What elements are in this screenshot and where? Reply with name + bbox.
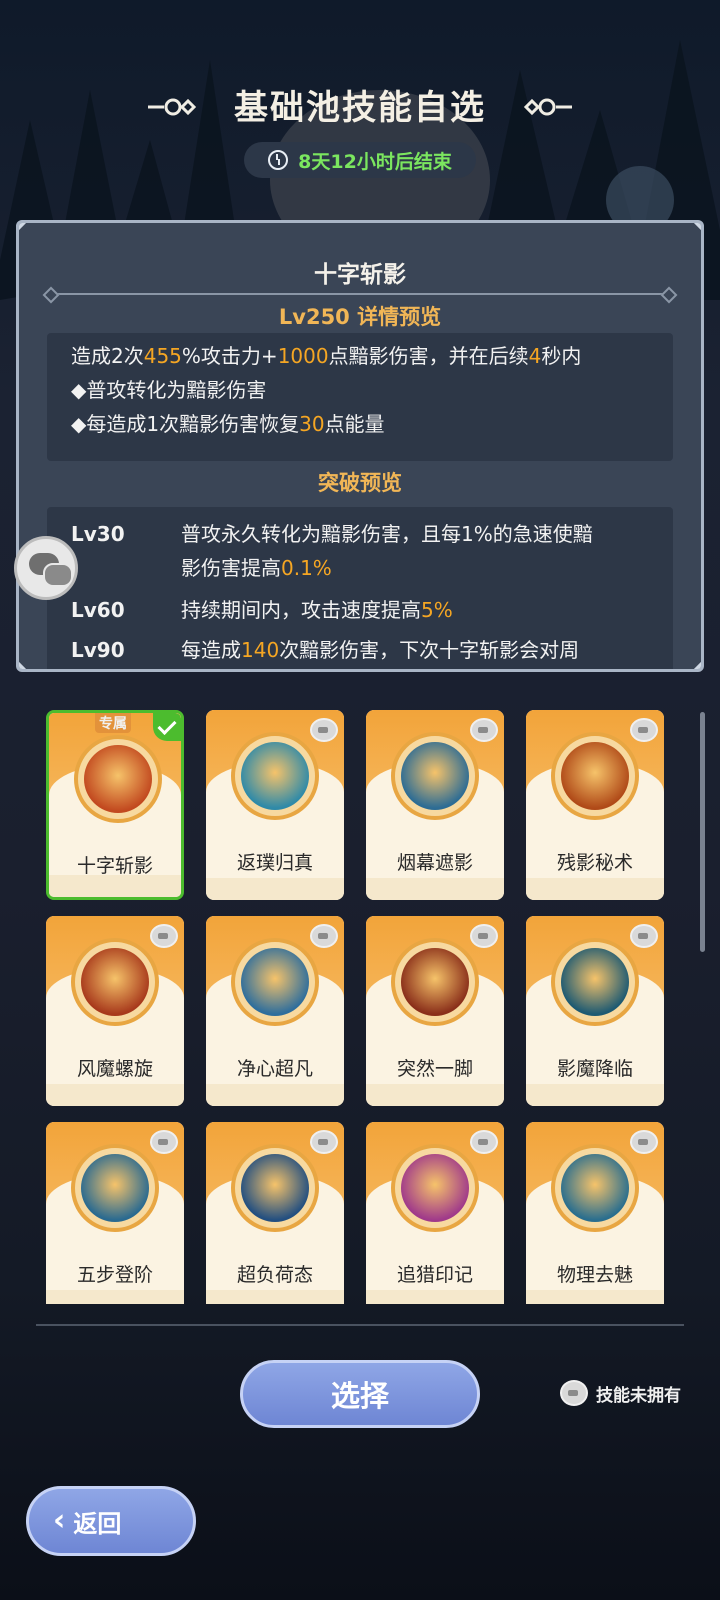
preview-title: Lv250 详情预览 <box>278 305 442 329</box>
lock-icon <box>630 718 658 742</box>
skill-card-label: 物理去魅 <box>556 1264 633 1286</box>
panel-corner <box>19 223 27 231</box>
divider <box>55 293 665 295</box>
skill-icon-frame <box>71 1144 159 1232</box>
skill-icon-frame <box>391 1144 479 1232</box>
exclusive-tag: 专属 <box>95 713 131 733</box>
smoke-burst-icon <box>401 742 469 810</box>
not-owned-legend: 技能未拥有 <box>560 1380 681 1406</box>
lock-icon <box>310 924 338 948</box>
shadow-figure-icon <box>561 742 629 810</box>
cross-slash-icon <box>84 745 152 813</box>
skill-card-label: 风魔螺旋 <box>76 1058 153 1080</box>
skill-card-label: 追猎印记 <box>396 1264 473 1286</box>
ascend-icon <box>81 1154 149 1222</box>
skill-card[interactable]: 烟幕遮影 <box>366 710 504 900</box>
crosshair-icon <box>401 1154 469 1222</box>
skill-card-label: 烟幕遮影 <box>396 852 473 874</box>
lock-icon <box>150 924 178 948</box>
timer-text: 8天12小时后结束 <box>298 150 452 173</box>
lock-icon <box>310 718 338 742</box>
skill-icon-frame <box>391 732 479 820</box>
skill-card[interactable]: 影魔降临 <box>526 916 664 1106</box>
panel-corner <box>693 223 701 231</box>
skill-card-label: 返璞归真 <box>236 852 313 874</box>
lock-icon <box>630 924 658 948</box>
breakthrough-row-lv90: Lv90 每造成140次黯影伤害，下次十字斩影会对周 <box>71 638 580 662</box>
skill-card-label: 超负荷态 <box>236 1264 313 1286</box>
skill-description-box: 造成2次455%攻击力+1000点黯影伤害，并在后续4秒内 ◆普攻转化为黯影伤害… <box>47 333 673 461</box>
event-timer: 8天12小时后结束 <box>244 142 476 178</box>
overload-icon <box>241 1154 309 1222</box>
skill-card[interactable]: 突然一脚 <box>366 916 504 1106</box>
lock-icon <box>470 718 498 742</box>
desc-line-2: ◆普攻转化为黯影伤害 <box>71 378 267 402</box>
spiral-icon <box>81 948 149 1016</box>
demon-eyes-icon <box>561 948 629 1016</box>
page-title: 基础池技能自选 <box>234 88 486 128</box>
skill-card-label: 十字斩影 <box>76 855 153 877</box>
panel-corner <box>693 661 701 669</box>
skill-icon-frame <box>71 938 159 1026</box>
lock-icon <box>310 1130 338 1154</box>
lock-icon <box>470 924 498 948</box>
kick-icon <box>401 948 469 1016</box>
skill-card-grid[interactable]: 十字斩影 专属返璞归真 烟幕遮影 残影秘术风魔螺旋 净心超凡 突然一脚 影魔降临五步登阶 超负… <box>46 710 676 1304</box>
shield-break-icon <box>561 1154 629 1222</box>
desc-line-3: ◆每造成1次黯影伤害恢复30点能量 <box>71 412 385 436</box>
skill-icon-frame <box>231 938 319 1026</box>
skill-card[interactable]: 残影秘术 <box>526 710 664 900</box>
skill-card[interactable]: 超负荷态 <box>206 1122 344 1304</box>
skill-icon-frame <box>231 1144 319 1232</box>
skill-card-label: 突然一脚 <box>396 1058 473 1080</box>
golden-figure-icon <box>241 742 309 810</box>
breakthrough-row-lv30: Lv30 普攻永久转化为黯影伤害，且每1%的急速使黯 影伤害提高0.1% <box>71 522 593 580</box>
skill-icon-frame <box>551 1144 639 1232</box>
page-header: 基础池技能自选 <box>0 80 720 129</box>
skill-card[interactable]: 十字斩影 专属 <box>46 710 184 900</box>
skill-card[interactable]: 返璞归真 <box>206 710 344 900</box>
breakthrough-row-lv60: Lv60 持续期间内，攻击速度提高5% <box>71 598 453 622</box>
back-label: 返回 <box>73 1509 122 1538</box>
lock-icon <box>560 1380 588 1406</box>
lock-icon <box>150 1130 178 1154</box>
skill-card-label: 五步登阶 <box>76 1264 153 1286</box>
lock-icon <box>470 1130 498 1154</box>
skill-icon-frame <box>551 732 639 820</box>
back-arrow-icon: ‹ <box>53 1503 66 1538</box>
skill-icon-frame <box>74 735 162 823</box>
clock-icon <box>268 150 289 170</box>
legend-label: 技能未拥有 <box>596 1385 681 1406</box>
lock-icon <box>630 1130 658 1154</box>
skill-card[interactable]: 追猎印记 <box>366 1122 504 1304</box>
select-button[interactable]: 选择 <box>240 1360 480 1428</box>
skill-icon-frame <box>551 938 639 1026</box>
chat-icon[interactable] <box>14 536 78 600</box>
breakthrough-title: 突破预览 <box>318 471 402 495</box>
breakthrough-box[interactable]: Lv30 普攻永久转化为黯影伤害，且每1%的急速使黯 影伤害提高0.1% Lv6… <box>47 507 673 669</box>
skill-card[interactable]: 物理去魅 <box>526 1122 664 1304</box>
meditation-icon <box>241 948 309 1016</box>
checkmark-icon <box>153 713 181 741</box>
divider <box>36 1324 684 1326</box>
skill-icon-frame <box>231 732 319 820</box>
skill-detail-panel[interactable]: 十字斩影 Lv250 详情预览 造成2次455%攻击力+1000点黯影伤害，并在… <box>16 220 704 672</box>
grid-scrollbar[interactable] <box>700 712 705 952</box>
skill-name: 十字斩影 <box>314 262 406 288</box>
skill-card[interactable]: 风魔螺旋 <box>46 916 184 1106</box>
skill-card-label: 净心超凡 <box>236 1058 313 1080</box>
skill-card-label: 影魔降临 <box>556 1058 633 1080</box>
skill-card-label: 残影秘术 <box>556 852 633 874</box>
back-button[interactable]: ‹ 返回 <box>26 1486 196 1556</box>
panel-corner <box>19 661 27 669</box>
skill-card[interactable]: 净心超凡 <box>206 916 344 1106</box>
desc-line-1: 造成2次455%攻击力+1000点黯影伤害，并在后续4秒内 <box>71 344 582 368</box>
skill-card[interactable]: 五步登阶 <box>46 1122 184 1304</box>
skill-icon-frame <box>391 938 479 1026</box>
